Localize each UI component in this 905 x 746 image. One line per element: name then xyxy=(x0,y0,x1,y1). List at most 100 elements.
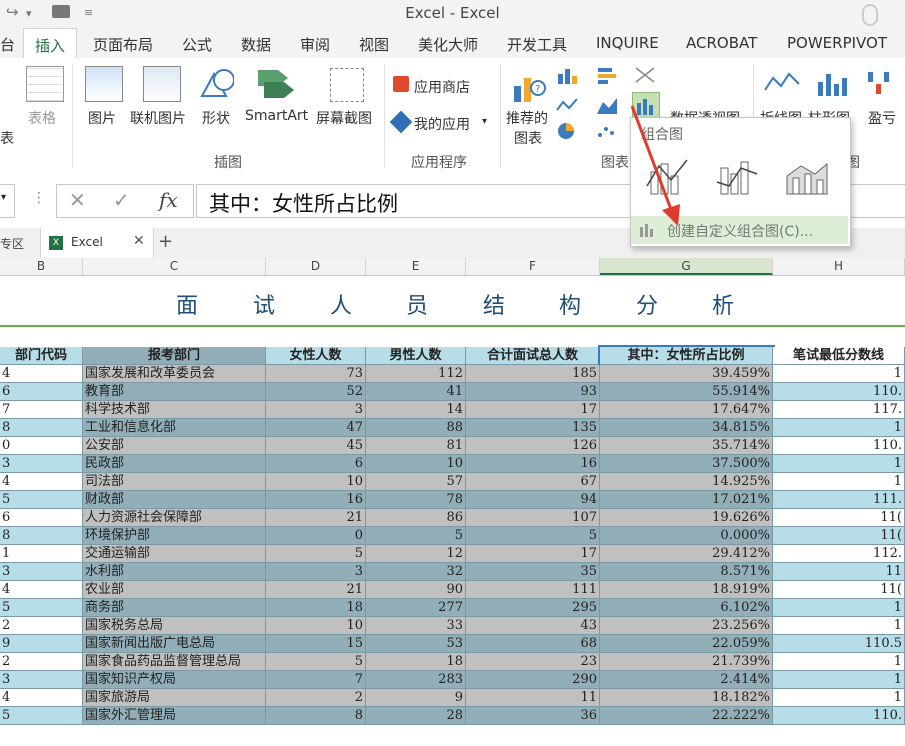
tab-page-layout[interactable]: 页面布局 xyxy=(93,34,153,55)
cell-female-ratio[interactable]: 22.059% xyxy=(600,635,773,653)
cell-female-ratio[interactable]: 29.412% xyxy=(600,545,773,563)
cell-female-count[interactable]: 45 xyxy=(266,437,366,455)
shapes-button[interactable]: 形状 xyxy=(202,108,230,128)
cell-male-count[interactable]: 86 xyxy=(366,509,466,527)
cell-dept-code[interactable]: 2 xyxy=(0,653,83,671)
cell-dept-name[interactable]: 国家食品药品监督管理总局 xyxy=(83,653,266,671)
cell-dept-code[interactable]: 3 xyxy=(0,671,83,689)
stock-chart-icon[interactable] xyxy=(634,66,656,84)
pie-chart-icon[interactable] xyxy=(556,122,578,140)
table-button-label[interactable]: 表格 xyxy=(28,108,56,128)
cell-female-ratio[interactable]: 6.102% xyxy=(600,599,773,617)
cell-dept-name[interactable]: 国家新闻出版广电总局 xyxy=(83,635,266,653)
cell-dept-name[interactable]: 公安部 xyxy=(83,437,266,455)
cell-male-count[interactable]: 5 xyxy=(366,527,466,545)
cell-dept-name[interactable]: 国家知识产权局 xyxy=(83,671,266,689)
cell-min-score[interactable]: 1 xyxy=(773,653,905,671)
cell-male-count[interactable]: 10 xyxy=(366,455,466,473)
column-header-e[interactable]: E xyxy=(366,258,466,275)
cell-dept-name[interactable]: 国家外汇管理局 xyxy=(83,707,266,725)
cell-dept-code[interactable]: 8 xyxy=(0,527,83,545)
cell-total-count[interactable]: 17 xyxy=(466,545,600,563)
column-header-f[interactable]: F xyxy=(466,258,600,275)
column-header-b[interactable]: B xyxy=(0,258,83,275)
combo-cluster-line-secondary-icon[interactable] xyxy=(715,156,759,196)
header-cell-total-count[interactable]: 合计面试总人数 xyxy=(466,347,600,365)
cell-total-count[interactable]: 36 xyxy=(466,707,600,725)
cell-dept-code[interactable]: 4 xyxy=(0,689,83,707)
cancel-icon[interactable]: ✕ xyxy=(69,188,86,212)
tab-developer[interactable]: 开发工具 xyxy=(507,34,567,55)
cell-female-ratio[interactable]: 35.714% xyxy=(600,437,773,455)
cell-total-count[interactable]: 68 xyxy=(466,635,600,653)
cell-min-score[interactable]: 1 xyxy=(773,365,905,383)
cell-female-ratio[interactable]: 2.414% xyxy=(600,671,773,689)
cell-min-score[interactable]: 11( xyxy=(773,509,905,527)
cell-dept-code[interactable]: 1 xyxy=(0,545,83,563)
cell-dept-name[interactable]: 人力资源社会保障部 xyxy=(83,509,266,527)
cell-dept-code[interactable]: 4 xyxy=(0,365,83,383)
cell-min-score[interactable]: 11( xyxy=(773,581,905,599)
cell-female-count[interactable]: 73 xyxy=(266,365,366,383)
insert-function-icon[interactable]: fx xyxy=(159,188,178,212)
cell-total-count[interactable]: 126 xyxy=(466,437,600,455)
cell-dept-name[interactable]: 商务部 xyxy=(83,599,266,617)
cell-male-count[interactable]: 53 xyxy=(366,635,466,653)
header-cell-female-count[interactable]: 女性人数 xyxy=(266,347,366,365)
cell-min-score[interactable]: 1 xyxy=(773,473,905,491)
cell-total-count[interactable]: 17 xyxy=(466,401,600,419)
cell-female-count[interactable]: 21 xyxy=(266,509,366,527)
tab-acrobat[interactable]: ACROBAT xyxy=(686,34,757,52)
cell-dept-code[interactable]: 6 xyxy=(0,509,83,527)
cell-dept-name[interactable]: 司法部 xyxy=(83,473,266,491)
tab-formulas[interactable]: 公式 xyxy=(182,34,212,55)
column-header-c[interactable]: C xyxy=(83,258,266,275)
cell-dept-code[interactable]: 4 xyxy=(0,473,83,491)
sparkline-winloss-button[interactable]: 盈亏 xyxy=(868,108,896,128)
cell-male-count[interactable]: 14 xyxy=(366,401,466,419)
header-cell-min-score[interactable]: 笔试最低分数线 xyxy=(773,347,905,365)
cell-dept-code[interactable]: 7 xyxy=(0,401,83,419)
cell-dept-code[interactable]: 5 xyxy=(0,599,83,617)
column-chart-icon[interactable] xyxy=(556,66,578,84)
cell-min-score[interactable]: 11( xyxy=(773,527,905,545)
cell-female-count[interactable]: 3 xyxy=(266,563,366,581)
cell-dept-name[interactable]: 农业部 xyxy=(83,581,266,599)
cell-min-score[interactable]: 1 xyxy=(773,689,905,707)
tab-partial[interactable]: 专区 xyxy=(0,235,24,252)
cell-min-score[interactable]: 110.5 xyxy=(773,635,905,653)
cell-dept-name[interactable]: 国家旅游局 xyxy=(83,689,266,707)
cell-total-count[interactable]: 23 xyxy=(466,653,600,671)
new-tab-icon[interactable]: + xyxy=(158,231,173,252)
scatter-chart-icon[interactable] xyxy=(596,122,618,140)
cell-male-count[interactable]: 32 xyxy=(366,563,466,581)
cell-dept-code[interactable]: 5 xyxy=(0,707,83,725)
cell-total-count[interactable]: 94 xyxy=(466,491,600,509)
cell-dept-code[interactable]: 6 xyxy=(0,383,83,401)
column-header-h[interactable]: H xyxy=(773,258,905,275)
app-store-button[interactable]: 应用商店 xyxy=(414,77,470,97)
cell-dept-code[interactable]: 3 xyxy=(0,563,83,581)
cell-female-count[interactable]: 6 xyxy=(266,455,366,473)
header-cell-dept-code[interactable]: 部门代码 xyxy=(0,347,83,365)
online-picture-button[interactable]: 联机图片 xyxy=(130,108,186,128)
cell-male-count[interactable]: 33 xyxy=(366,617,466,635)
cell-min-score[interactable]: 110. xyxy=(773,707,905,725)
recommended-charts-label-1[interactable]: 推荐的 xyxy=(506,108,548,128)
cell-male-count[interactable]: 277 xyxy=(366,599,466,617)
cell-male-count[interactable]: 88 xyxy=(366,419,466,437)
cell-female-count[interactable]: 15 xyxy=(266,635,366,653)
cell-min-score[interactable]: 1 xyxy=(773,671,905,689)
table-partial-label[interactable]: 表 xyxy=(0,128,14,148)
tab-beautify[interactable]: 美化大师 xyxy=(418,34,478,55)
cell-female-ratio[interactable]: 37.500% xyxy=(600,455,773,473)
cell-dept-code[interactable]: 8 xyxy=(0,419,83,437)
my-apps-button[interactable]: 我的应用 xyxy=(414,114,470,134)
cell-total-count[interactable]: 290 xyxy=(466,671,600,689)
cell-min-score[interactable]: 1 xyxy=(773,455,905,473)
bar-chart-icon[interactable] xyxy=(596,66,618,84)
cell-dept-code[interactable]: 9 xyxy=(0,635,83,653)
smartart-button[interactable]: SmartArt xyxy=(245,108,308,124)
cell-female-ratio[interactable]: 0.000% xyxy=(600,527,773,545)
cell-male-count[interactable]: 90 xyxy=(366,581,466,599)
